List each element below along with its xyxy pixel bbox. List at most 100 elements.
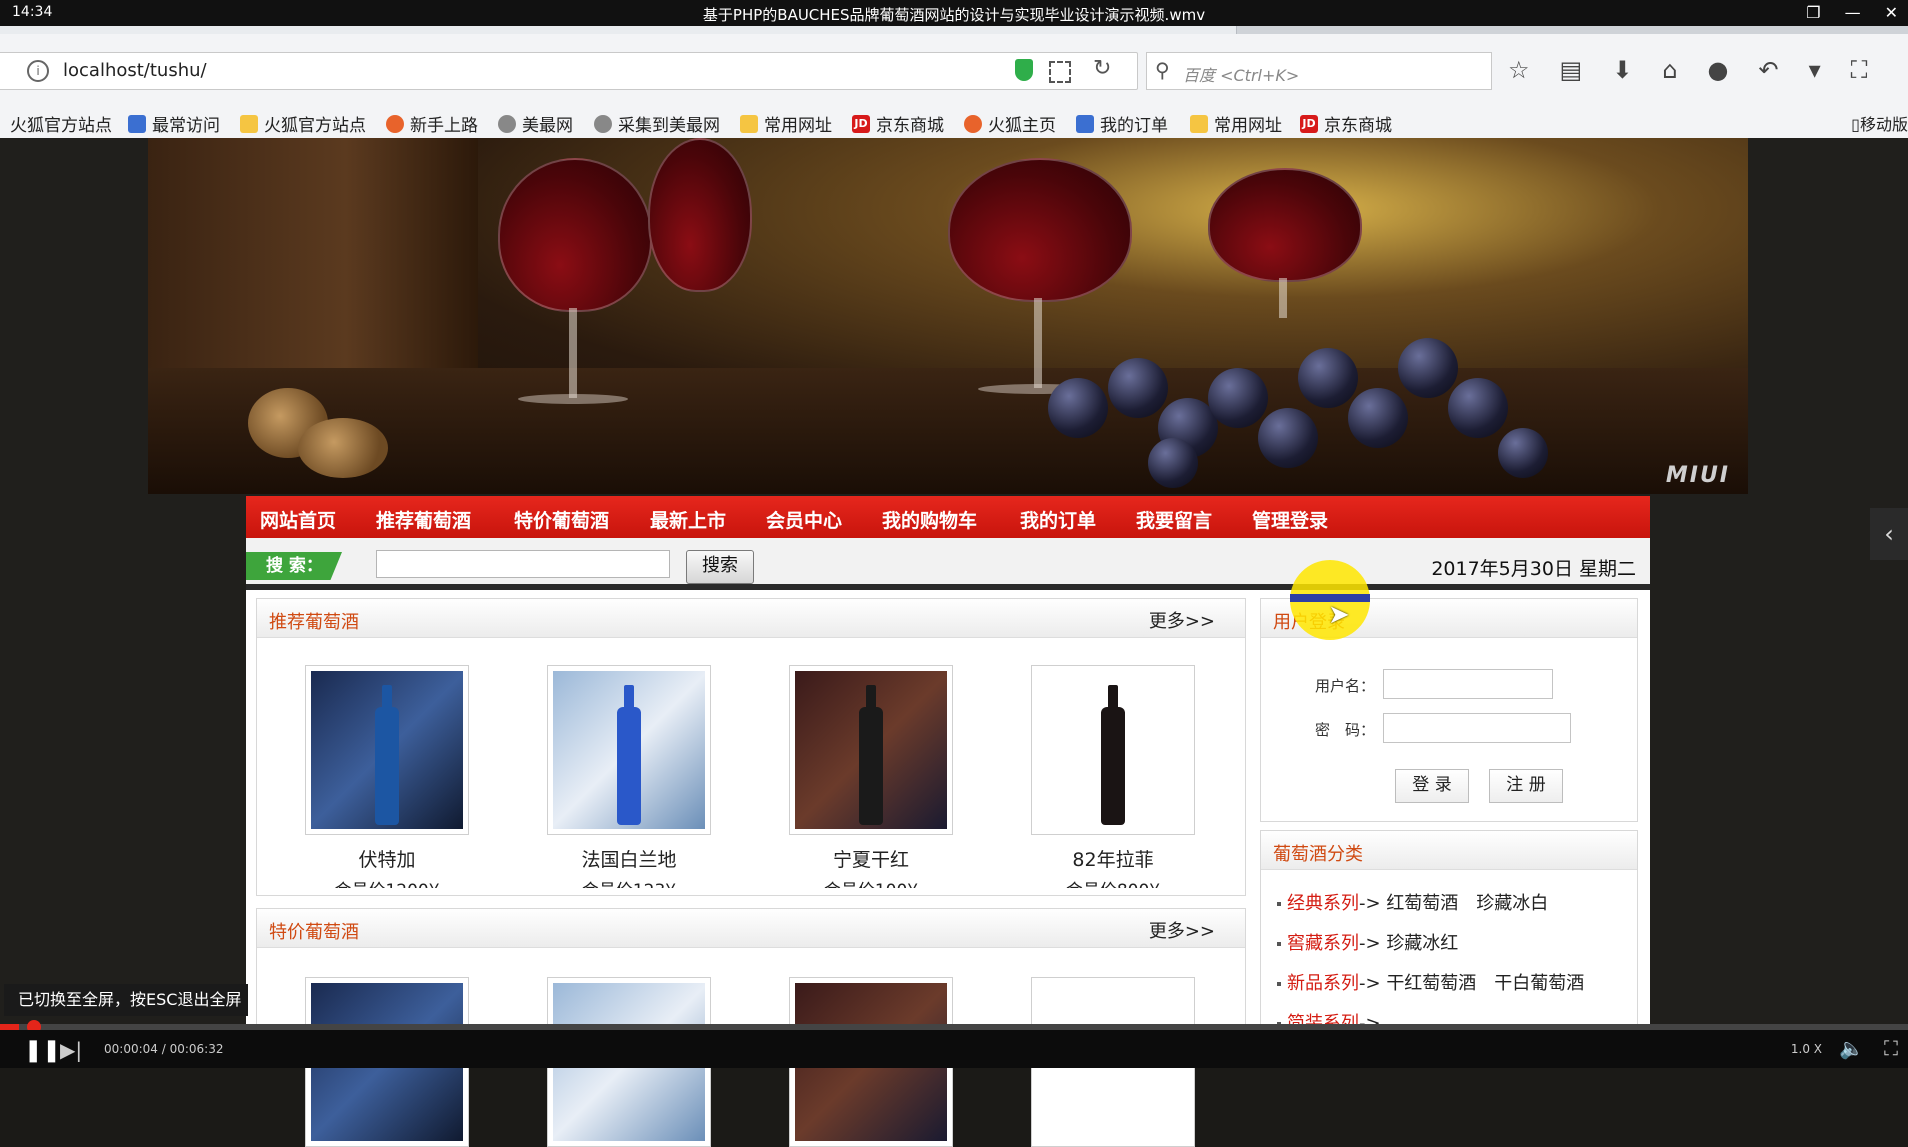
bookmark-item[interactable]: 火狐主页 xyxy=(964,111,1056,136)
category-subs[interactable]: 珍藏冰红 xyxy=(1386,933,1458,954)
bookmark-label: 常用网址 xyxy=(764,116,832,136)
product-name[interactable]: 伏特加 xyxy=(305,845,469,872)
volume-icon[interactable]: 🔈 xyxy=(1839,1036,1864,1060)
bookmark-star-icon[interactable]: ☆ xyxy=(1508,56,1530,84)
password-input[interactable] xyxy=(1383,713,1571,743)
fullscreen-icon[interactable]: ⛶ xyxy=(1884,1036,1898,1060)
nav-message[interactable]: 我要留言 xyxy=(1136,506,1212,533)
bookmark-item[interactable]: 火狐官方站点 xyxy=(10,111,112,136)
bullet-icon xyxy=(1277,942,1281,946)
category-subs[interactable]: 干红萄萄酒 干白葡萄酒 xyxy=(1386,973,1584,994)
crop-icon[interactable]: ⛶ xyxy=(1851,56,1868,84)
reading-list-icon[interactable]: ▤ xyxy=(1560,56,1583,84)
bookmark-item[interactable]: 美最网 xyxy=(498,111,573,136)
reload-icon[interactable]: ↻ xyxy=(1093,56,1111,81)
home-icon[interactable]: ⌂ xyxy=(1662,56,1677,84)
shield-icon[interactable] xyxy=(1015,59,1033,81)
grape xyxy=(1208,368,1268,428)
nav-member[interactable]: 会员中心 xyxy=(766,506,842,533)
playback-time: 00:00:04 / 00:06:32 xyxy=(104,1042,224,1056)
product-image[interactable] xyxy=(305,665,469,835)
globe-icon xyxy=(498,114,516,133)
category-subs[interactable]: 红萄萄酒 珍藏冰白 xyxy=(1386,893,1548,914)
back-history-icon[interactable]: ↶ xyxy=(1759,56,1779,84)
category-series[interactable]: 窖藏系列 xyxy=(1287,933,1359,954)
nav-admin-login[interactable]: 管理登录 xyxy=(1252,506,1328,533)
window-controls: ❐ — ✕ xyxy=(1806,3,1898,22)
player-controls: ❚❚ ▶| 00:00:04 / 00:06:32 1.0 X 🔈 ⛶ xyxy=(0,1030,1908,1068)
next-icon[interactable]: ▶| xyxy=(60,1038,82,1062)
product-card[interactable]: 宁夏干红 会员价100¥ xyxy=(789,665,953,888)
browser-search-box[interactable]: ⚲ 百度 <Ctrl+K> xyxy=(1146,52,1492,90)
restore-icon[interactable]: ❐ xyxy=(1806,3,1820,22)
bookmark-item[interactable]: 新手上路 xyxy=(386,111,478,136)
close-icon[interactable]: ✕ xyxy=(1885,3,1898,22)
glass-stem xyxy=(1034,298,1042,388)
nav-orders[interactable]: 我的订单 xyxy=(1020,506,1096,533)
bookmark-item[interactable]: 我的订单 xyxy=(1076,111,1168,136)
wine-glass xyxy=(648,138,752,292)
search-label: 搜 索： xyxy=(246,552,342,580)
product-name[interactable]: 82年拉菲 xyxy=(1031,845,1195,872)
category-title: 葡萄酒分类 xyxy=(1273,844,1363,865)
category-arrow: -> xyxy=(1359,933,1381,954)
download-icon[interactable]: ⬇ xyxy=(1612,56,1632,84)
bookmark-item[interactable]: JD 京东商城 xyxy=(1300,111,1392,136)
bookmark-label: 京东商城 xyxy=(876,116,944,136)
product-image[interactable] xyxy=(547,665,711,835)
firefox-icon xyxy=(386,114,404,133)
login-button[interactable]: 登 录 xyxy=(1395,769,1469,803)
minimize-icon[interactable]: — xyxy=(1845,3,1861,22)
bookmark-item[interactable]: 采集到美最网 xyxy=(594,111,720,136)
recommended-more-link[interactable]: 更多>> xyxy=(1149,607,1215,633)
category-series[interactable]: 经典系列 xyxy=(1287,893,1359,914)
bookmark-item[interactable]: 常用网址 xyxy=(740,111,832,136)
bookmark-label: 京东商城 xyxy=(1324,116,1392,136)
username-input[interactable] xyxy=(1383,669,1553,699)
bookmark-item[interactable]: 最常访问 xyxy=(128,111,220,136)
bookmark-item[interactable]: JD 京东商城 xyxy=(852,111,944,136)
product-card[interactable]: 伏特加 会员价1200¥ xyxy=(305,665,469,888)
browser-toolbar: i localhost/tushu/ ↻ ⚲ 百度 <Ctrl+K> ☆ ▤ ⬇… xyxy=(0,34,1908,107)
category-series[interactable]: 新品系列 xyxy=(1287,973,1359,994)
walnut xyxy=(298,418,388,478)
info-icon[interactable]: i xyxy=(27,60,49,82)
address-bar[interactable]: i localhost/tushu/ ↻ xyxy=(0,52,1138,90)
product-card[interactable]: 82年拉菲 会员价800¥ xyxy=(1031,665,1195,888)
nav-recommended[interactable]: 推荐葡萄酒 xyxy=(376,506,471,533)
special-more-link[interactable]: 更多>> xyxy=(1149,917,1215,943)
site-search-input[interactable] xyxy=(376,550,670,578)
wine-glass xyxy=(948,158,1132,302)
mobile-bookmarks[interactable]: ▯移动版 xyxy=(1851,111,1908,135)
nav-new[interactable]: 最新上市 xyxy=(650,506,726,533)
nav-special[interactable]: 特价葡萄酒 xyxy=(514,506,609,533)
site-search-button[interactable]: 搜索 xyxy=(686,550,754,584)
grape xyxy=(1448,378,1508,438)
nav-cart[interactable]: 我的购物车 xyxy=(882,506,977,533)
playback-speed[interactable]: 1.0 X xyxy=(1791,1042,1822,1056)
chat-icon[interactable]: ● xyxy=(1708,56,1729,84)
grape xyxy=(1048,378,1108,438)
register-button[interactable]: 注 册 xyxy=(1489,769,1563,803)
product-name[interactable]: 宁夏干红 xyxy=(789,845,953,872)
pause-icon[interactable]: ❚❚ xyxy=(24,1038,61,1063)
bookmark-label: 火狐官方站点 xyxy=(264,116,366,136)
content-area: 推荐葡萄酒 更多>> 伏特加 会员价1200¥ 法国白兰地 会员价123¥ 宁夏… xyxy=(246,590,1650,1147)
mouse-pointer-icon: ➤ xyxy=(1328,600,1350,630)
browser-toolbar-icons: ☆ ▤ ⬇ ⌂ ● ↶ ▾ ⛶ xyxy=(1508,56,1867,84)
folder-icon xyxy=(740,114,758,133)
qr-code-icon[interactable] xyxy=(1049,61,1071,83)
bookmark-item[interactable]: 常用网址 xyxy=(1190,111,1282,136)
product-image[interactable] xyxy=(789,665,953,835)
url-text[interactable]: localhost/tushu/ xyxy=(63,60,207,81)
product-image[interactable] xyxy=(1031,665,1195,835)
product-card[interactable]: 法国白兰地 会员价123¥ xyxy=(547,665,711,888)
nav-home[interactable]: 网站首页 xyxy=(260,506,336,533)
category-row: 经典系列-> 红萄萄酒 珍藏冰白 xyxy=(1277,889,1548,915)
player-title-bar: 14:34 基于PHP的BAUCHES品牌葡萄酒网站的设计与实现毕业设计演示视频… xyxy=(0,0,1908,26)
bookmark-item[interactable]: 火狐官方站点 xyxy=(240,111,366,136)
side-panel-toggle-icon[interactable]: ‹ xyxy=(1870,508,1908,560)
jd-icon: JD xyxy=(1300,114,1318,133)
product-name[interactable]: 法国白兰地 xyxy=(547,845,711,872)
dropdown-icon[interactable]: ▾ xyxy=(1809,56,1821,84)
